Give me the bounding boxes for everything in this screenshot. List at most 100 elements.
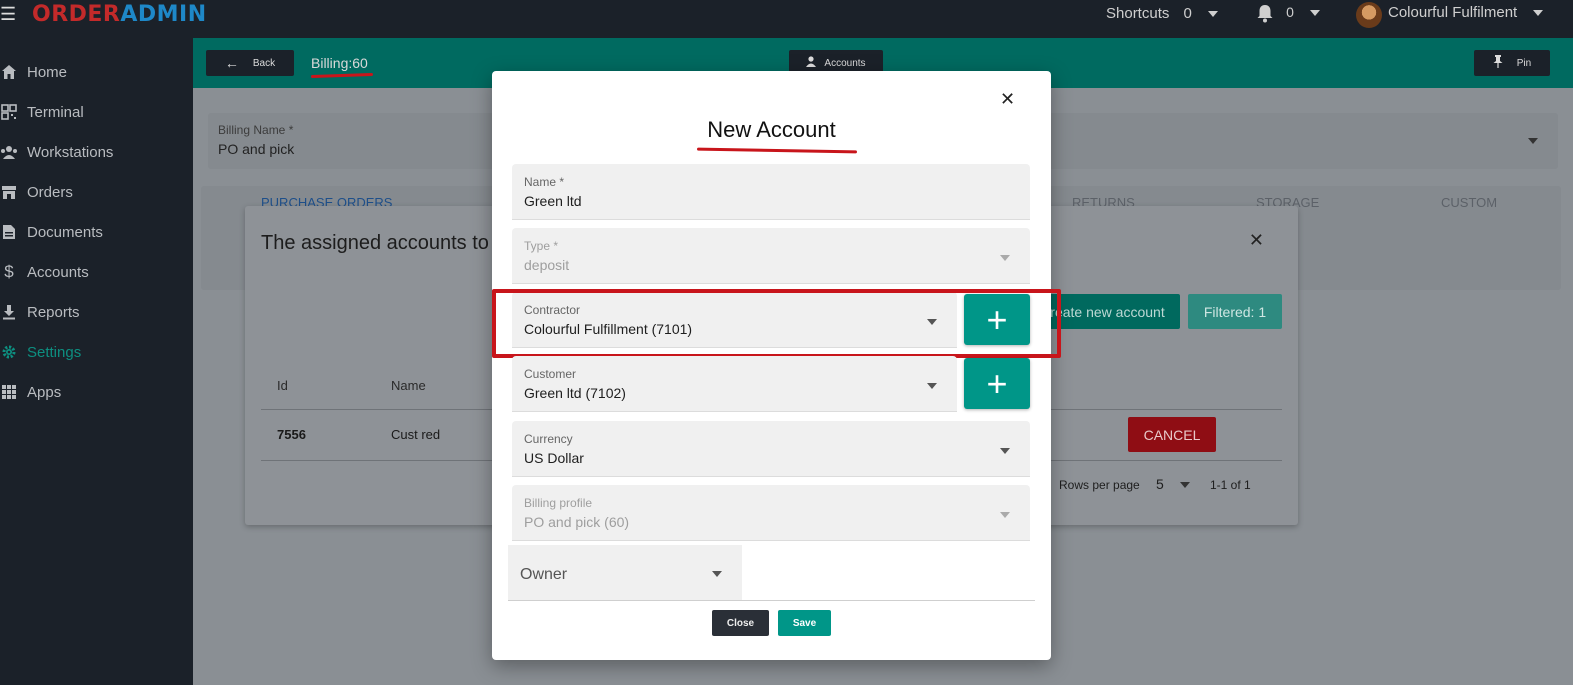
sidebar-item-documents[interactable]: Documents [0,220,103,244]
field-value: Green ltd (7102) [524,385,626,401]
notifications-count: 0 [1286,3,1294,20]
pin-icon [1493,55,1503,71]
chevron-down-icon [1000,512,1010,518]
name-field[interactable]: Name * Green ltd [512,164,1030,220]
tab-custom[interactable]: CUSTOM [1441,195,1497,210]
cancel-button[interactable]: CANCEL [1128,417,1216,452]
gear-icon [0,343,18,361]
button-label: Save [792,617,817,629]
field-label: Billing Name * [218,123,294,137]
owner-placeholder: Owner [520,566,568,583]
back-button[interactable]: ← Back [206,50,294,76]
close-icon[interactable]: ✕ [1249,230,1264,251]
bell-icon [1257,5,1273,23]
field-label: Name * [524,175,565,189]
sidebar-item-label: Accounts [27,263,89,281]
field-value: Green ltd [524,193,582,209]
new-account-dialog: ✕ New Account Name * Green ltd Type * de… [492,71,1061,660]
dollar-icon: $ [4,262,14,281]
shortcuts-menu[interactable]: Shortcuts 0 [1106,5,1219,22]
rows-per-page-select[interactable]: 5 [1156,476,1190,492]
field-label: Customer [524,367,577,381]
close-button[interactable]: Close [712,610,769,636]
type-select: Type * deposit [512,228,1030,284]
sidebar-item-home[interactable]: Home [0,60,67,84]
avatar[interactable] [1356,2,1382,28]
field-label: Type * [524,239,559,253]
add-customer-button[interactable]: + [964,358,1030,409]
annotation-underline [310,72,374,79]
top-bar: ☰ ORDERADMIN Shortcuts 0 0 Colourful Ful… [0,0,1573,38]
pin-label: Pin [1516,57,1532,69]
owner-select[interactable]: Owner [508,545,742,601]
save-button[interactable]: Save [778,610,831,636]
chevron-down-icon [927,383,937,389]
button-label: Close [726,617,755,629]
pin-button[interactable]: Pin [1474,50,1550,76]
sidebar-item-orders[interactable]: Orders [0,180,73,204]
shortcuts-count: 0 [1183,5,1192,22]
currency-select[interactable]: Currency US Dollar [512,421,1030,477]
rows-per-page-value: 5 [1156,476,1164,492]
divider [742,600,1035,601]
customer-select[interactable]: Customer Green ltd (7102) [512,356,957,412]
column-header-id[interactable]: Id [277,378,288,393]
sidebar-item-apps[interactable]: Apps [0,380,61,404]
chevron-down-icon [1000,255,1010,261]
billing-profile-select: Billing profile PO and pick (60) [512,485,1030,541]
person-icon [806,56,817,70]
back-label: Back [252,57,276,69]
logo-text-admin: ADMIN [120,2,207,27]
logo-text-order: ORDER [32,2,121,27]
sidebar-item-label: Terminal [27,103,84,121]
sidebar-item-terminal[interactable]: Terminal [0,100,84,124]
user-menu[interactable]: Colourful Fulfilment [1388,4,1544,21]
chevron-down-icon [712,571,722,577]
sidebar-item-workstations[interactable]: Workstations [0,140,113,164]
sidebar-item-label: Orders [27,183,73,201]
close-icon[interactable]: ✕ [1000,89,1015,110]
chevron-down-icon [1000,448,1010,454]
plus-icon: + [986,362,1008,404]
sidebar-item-reports[interactable]: Reports [0,300,80,324]
row-id: 7556 [277,427,306,442]
menu-icon[interactable]: ☰ [0,4,16,25]
home-icon [0,63,18,81]
field-value: PO and pick [218,141,295,157]
field-label: Billing profile [524,496,593,510]
shortcuts-label: Shortcuts [1106,5,1170,22]
people-icon [0,143,18,161]
chevron-down-icon [1208,11,1219,18]
arrow-left-icon: ← [224,55,239,71]
annotation-underline [696,147,858,154]
chevron-down-icon [1533,10,1544,17]
document-icon [0,223,18,241]
column-header-name[interactable]: Name [391,378,426,393]
sidebar-item-label: Reports [27,303,80,321]
sidebar-item-label: Apps [27,383,62,401]
grid-icon [0,383,18,401]
field-value: deposit [524,257,570,273]
qr-icon [0,103,18,121]
dialog-title: New Account [707,117,836,142]
store-icon [0,183,18,201]
accounts-label: Accounts [824,57,866,69]
chevron-down-icon [1528,138,1538,144]
notifications-menu[interactable]: 0 [1256,3,1321,23]
chevron-down-icon [1179,482,1190,489]
sidebar-item-label: Settings [27,343,82,361]
field-label: Currency [524,432,573,446]
field-value: US Dollar [524,450,584,466]
button-label: reate new account [1050,303,1165,320]
user-name: Colourful Fulfilment [1388,4,1518,21]
sidebar-item-accounts[interactable]: $ Accounts [0,260,89,284]
download-icon [0,303,18,321]
sidebar-item-label: Workstations [27,143,114,161]
rows-per-page-label: Rows per page [1059,478,1140,492]
sidebar-item-settings[interactable]: Settings [0,340,81,364]
dialog-title: The assigned accounts to [261,232,489,254]
app-logo[interactable]: ORDERADMIN [32,2,207,27]
row-name: Cust red [391,427,441,442]
filtered-button[interactable]: Filtered: 1 [1188,294,1282,329]
field-value: PO and pick (60) [524,514,630,530]
